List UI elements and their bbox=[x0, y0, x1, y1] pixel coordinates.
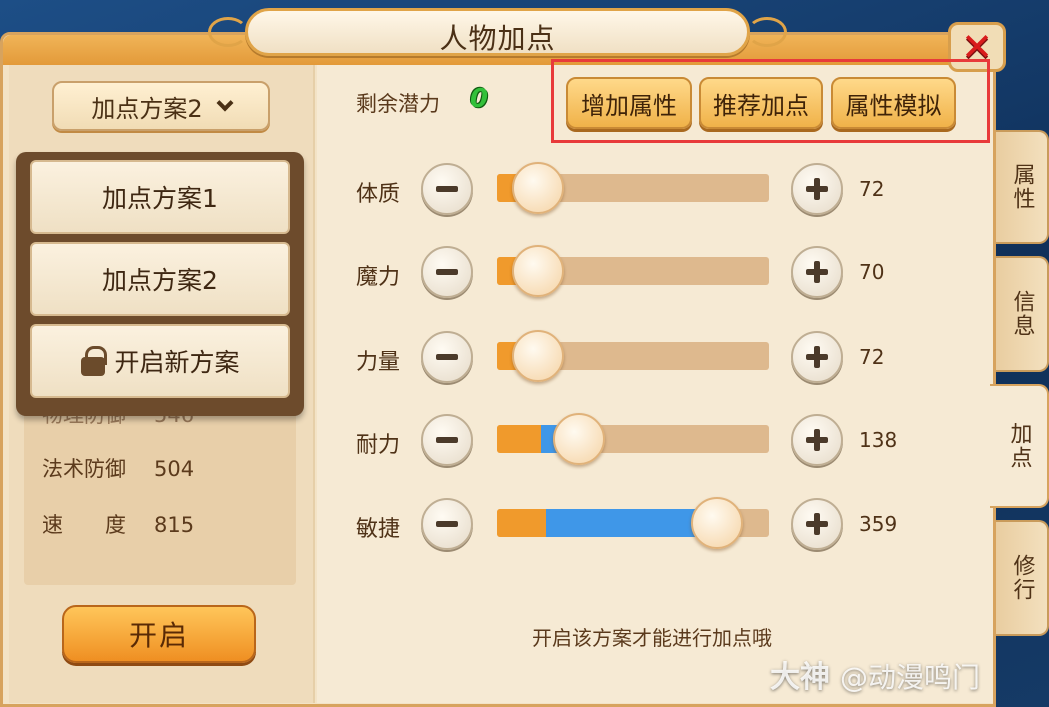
button-label: 属性模拟 bbox=[845, 91, 942, 120]
tab-add-points[interactable]: 加点 bbox=[990, 384, 1049, 508]
watermark-handle: @动漫鸣门 bbox=[840, 661, 981, 694]
attr-value: 72 bbox=[859, 177, 885, 201]
button-label: 增加属性 bbox=[581, 91, 677, 120]
page-title: 人物加点 bbox=[439, 22, 556, 55]
stat-name: 法术防御 bbox=[42, 457, 126, 481]
watermark: 大神 @动漫鸣门 bbox=[770, 652, 980, 696]
ornament-left bbox=[208, 17, 248, 47]
lock-icon bbox=[80, 346, 108, 376]
plus-button[interactable] bbox=[791, 498, 843, 550]
base-fill bbox=[497, 425, 541, 453]
stat-value: 504 bbox=[154, 457, 195, 481]
minus-icon bbox=[436, 354, 458, 360]
minus-icon bbox=[436, 269, 458, 275]
stat-row-magic-defense: 法术防御 504 bbox=[42, 453, 194, 483]
minus-button[interactable] bbox=[421, 498, 473, 550]
slider-knob[interactable] bbox=[691, 497, 744, 549]
slider-knob[interactable] bbox=[511, 245, 564, 297]
minus-button[interactable] bbox=[421, 331, 473, 383]
potential-value: 0 bbox=[470, 84, 489, 114]
potential-label: 剩余潜力 bbox=[356, 92, 440, 116]
attr-value: 138 bbox=[859, 428, 898, 452]
attr-value: 359 bbox=[859, 512, 898, 536]
minus-icon bbox=[436, 437, 458, 443]
attr-slider-track[interactable] bbox=[497, 425, 769, 453]
attr-label: 耐力 bbox=[356, 433, 401, 458]
minus-button[interactable] bbox=[421, 246, 473, 298]
ornament-right bbox=[747, 17, 787, 47]
scheme-dropdown: 加点方案1 加点方案2 开启新方案 bbox=[16, 152, 304, 416]
slider-knob[interactable] bbox=[552, 413, 605, 465]
plus-icon-vertical bbox=[814, 513, 820, 535]
title-ribbon: 人物加点 bbox=[208, 8, 787, 56]
simulate-attribute-button[interactable]: 属性模拟 bbox=[831, 77, 956, 129]
hint-text: 开启该方案才能进行加点哦 bbox=[532, 626, 772, 650]
scheme-option-label: 开启新方案 bbox=[114, 348, 240, 377]
stat-row-speed: 速 度 815 bbox=[42, 509, 194, 539]
open-scheme-button[interactable]: 开启 bbox=[62, 605, 256, 663]
attr-label: 力量 bbox=[356, 350, 401, 375]
scheme-option-new[interactable]: 开启新方案 bbox=[30, 324, 290, 398]
attr-value: 70 bbox=[859, 260, 885, 284]
plus-button[interactable] bbox=[791, 414, 843, 466]
scheme-option-label: 加点方案1 bbox=[102, 184, 218, 213]
plus-icon-vertical bbox=[814, 178, 820, 200]
tab-attributes[interactable]: 属性 bbox=[996, 130, 1049, 244]
chevron-down-icon bbox=[216, 94, 234, 112]
added-fill bbox=[545, 509, 704, 537]
minus-icon bbox=[436, 521, 458, 527]
slider-knob[interactable] bbox=[511, 162, 564, 214]
tab-label: 修行 bbox=[1009, 554, 1035, 602]
tab-label: 加点 bbox=[1006, 422, 1032, 470]
plus-button[interactable] bbox=[791, 246, 843, 298]
attr-label: 魔力 bbox=[356, 265, 401, 290]
scheme-select[interactable]: 加点方案2 bbox=[52, 81, 270, 131]
button-label: 推荐加点 bbox=[713, 91, 809, 120]
watermark-brand: 大神 bbox=[770, 660, 830, 695]
slider-knob[interactable] bbox=[511, 330, 564, 382]
scheme-option-2[interactable]: 加点方案2 bbox=[30, 242, 290, 316]
minus-button[interactable] bbox=[421, 163, 473, 215]
plus-button[interactable] bbox=[791, 163, 843, 215]
scheme-select-label: 加点方案2 bbox=[91, 94, 203, 123]
minus-icon bbox=[436, 186, 458, 192]
plus-icon-vertical bbox=[814, 429, 820, 451]
attr-label: 体质 bbox=[356, 182, 401, 207]
attr-label: 敏捷 bbox=[356, 517, 401, 542]
attr-value: 72 bbox=[859, 345, 885, 369]
open-button-label: 开启 bbox=[128, 619, 189, 652]
tab-label: 属性 bbox=[1009, 163, 1035, 211]
scheme-option-label: 加点方案2 bbox=[102, 266, 218, 295]
plus-icon-vertical bbox=[814, 261, 820, 283]
plus-button[interactable] bbox=[791, 331, 843, 383]
base-fill bbox=[497, 509, 546, 537]
plus-icon-vertical bbox=[814, 346, 820, 368]
tab-cultivation[interactable]: 修行 bbox=[996, 520, 1049, 636]
minus-button[interactable] bbox=[421, 414, 473, 466]
recommend-points-button[interactable]: 推荐加点 bbox=[699, 77, 823, 129]
add-attribute-button[interactable]: 增加属性 bbox=[566, 77, 692, 129]
tab-info[interactable]: 信息 bbox=[996, 256, 1049, 372]
stat-value: 815 bbox=[154, 513, 195, 537]
tab-label: 信息 bbox=[1009, 290, 1035, 338]
stat-name: 速 度 bbox=[42, 513, 126, 537]
scheme-option-1[interactable]: 加点方案1 bbox=[30, 160, 290, 234]
right-column bbox=[317, 65, 993, 703]
